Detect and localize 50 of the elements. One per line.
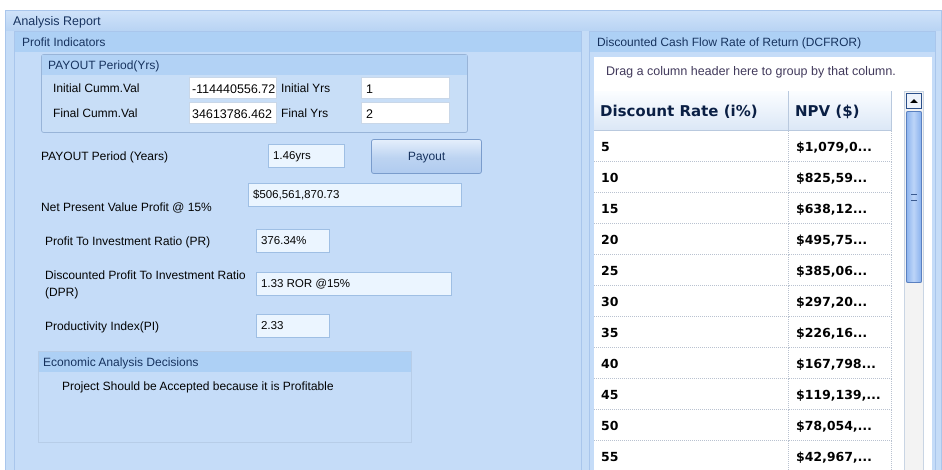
field-label: Profit To Investment Ratio (PR)	[44, 232, 212, 250]
table-cell: $385,06...	[788, 254, 892, 286]
table-cell: $638,12...	[788, 192, 892, 224]
panel-title: Discounted Cash Flow Rate of Return (DCFROR)	[590, 32, 935, 52]
field-label: PAYOUT Period (Years)	[41, 148, 169, 164]
table-cell: 20	[594, 224, 788, 254]
decision-text: Project Should be Accepted because it is Profitable	[61, 378, 334, 393]
column-header[interactable]: Discount Rate (i%)	[594, 91, 788, 130]
group-title: PAYOUT Period(Yrs)	[42, 55, 467, 75]
payout-button[interactable]: Payout	[371, 138, 482, 174]
table-cell: 40	[594, 348, 788, 378]
group-title: Economic Analysis Decisions	[39, 352, 411, 372]
input-field[interactable]: 2	[361, 102, 450, 124]
table-cell: $297,20...	[788, 286, 892, 316]
table-cell: 15	[594, 192, 788, 224]
input-field[interactable]: 1	[361, 77, 450, 99]
table-cell: $495,75...	[788, 224, 892, 254]
table-cell: 10	[594, 162, 788, 192]
table-cell: $226,16...	[788, 316, 892, 348]
output-field: 2.33	[256, 314, 330, 338]
field-label: Initial Cumm.Val	[53, 81, 140, 95]
output-field: 1.33 ROR @15%	[256, 272, 452, 296]
table-cell: $167,798...	[788, 348, 892, 378]
field-label: Productivity Index(PI)	[44, 318, 160, 334]
group-by-hint: Drag a column header here to group by that column.	[605, 63, 897, 80]
input-field[interactable]: 34613786.462	[189, 102, 277, 124]
input-field[interactable]: -114440556.72	[189, 77, 277, 99]
output-field: $506,561,870.73	[248, 183, 462, 207]
table-cell: $1,079,0...	[788, 130, 892, 162]
field-label: Initial Yrs	[280, 81, 332, 95]
field-label: Final Yrs	[280, 106, 330, 120]
column-header[interactable]: NPV ($)	[788, 91, 892, 130]
panel-title: Profit Indicators	[15, 32, 581, 52]
scroll-up-icon[interactable]	[906, 93, 922, 109]
table-cell: 50	[594, 410, 788, 440]
field-label: Final Cumm.Val	[53, 106, 138, 120]
table-cell: $825,59...	[788, 162, 892, 192]
field-label: Discounted Profit To Investment Ratio (DPR)	[44, 267, 247, 301]
window-title: Analysis Report	[6, 11, 941, 31]
table-cell: 35	[594, 316, 788, 348]
table-cell: $78,054,...	[788, 410, 892, 440]
table-cell: $119,139,...	[788, 378, 892, 410]
table-cell: 25	[594, 254, 788, 286]
table-cell: 5	[594, 130, 788, 162]
output-field: 1.46yrs	[268, 144, 345, 168]
field-label: Net Present Value Profit @ 15%	[41, 199, 213, 216]
output-field: 376.34%	[256, 229, 330, 253]
table-cell: 30	[594, 286, 788, 316]
scroll-bar[interactable]	[904, 91, 924, 470]
table-cell: 45	[594, 378, 788, 410]
